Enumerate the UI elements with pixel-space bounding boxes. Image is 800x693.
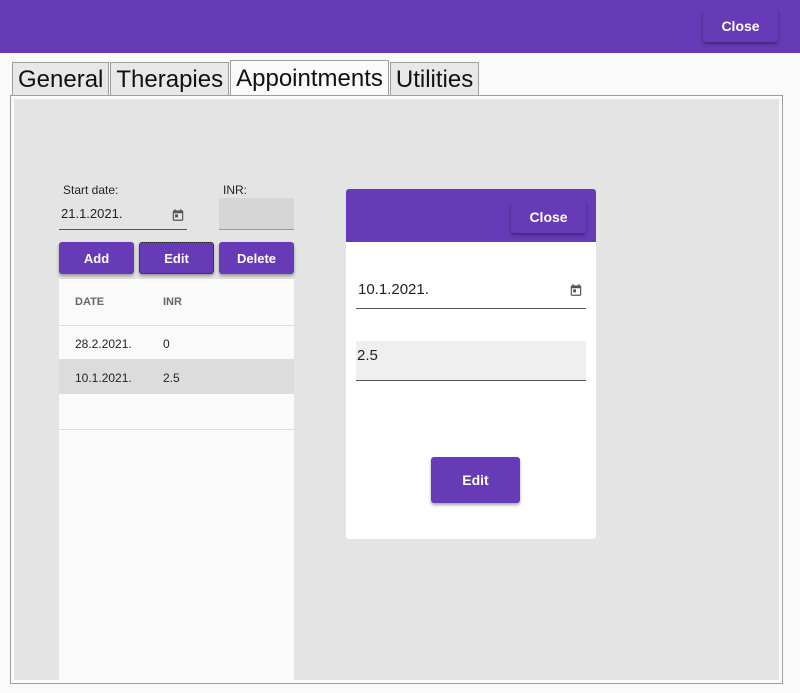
appointments-table: DATE INR 28.2.2021. 0 10.1.2021. 2.5	[59, 279, 294, 680]
dialog-date-value: 10.1.2021.	[358, 281, 429, 298]
start-date-value: 21.1.2021.	[61, 206, 123, 221]
edit-button[interactable]: Edit	[139, 242, 214, 274]
tab-general[interactable]: General	[12, 62, 110, 96]
calendar-icon[interactable]	[569, 283, 583, 297]
close-button[interactable]: Close	[703, 10, 778, 42]
row-inr: 0	[163, 337, 170, 351]
column-header-date[interactable]: DATE	[75, 296, 104, 308]
dialog-inr-value: 2.5	[357, 347, 378, 364]
start-date-field[interactable]: 21.1.2021.	[59, 198, 187, 230]
table-header: DATE INR	[59, 279, 294, 326]
dialog-inr-field[interactable]: 2.5	[356, 341, 586, 381]
dialog-date-field[interactable]: 10.1.2021.	[356, 274, 586, 309]
column-header-inr[interactable]: INR	[163, 296, 182, 308]
tab-appointments[interactable]: Appointments	[230, 60, 389, 97]
row-date: 10.1.2021.	[75, 371, 132, 385]
inr-label: INR:	[223, 183, 247, 197]
calendar-icon[interactable]	[171, 208, 185, 222]
tab-utilities[interactable]: Utilities	[389, 62, 480, 96]
table-row[interactable]: 28.2.2021. 0	[59, 326, 294, 360]
dialog-edit-button[interactable]: Edit	[431, 457, 520, 503]
start-date-label: Start date:	[63, 183, 119, 197]
inr-input[interactable]	[219, 198, 294, 230]
tab-therapies[interactable]: Therapies	[110, 62, 230, 96]
row-date: 28.2.2021.	[75, 337, 132, 351]
table-row-empty	[59, 396, 294, 430]
add-button[interactable]: Add	[59, 242, 134, 274]
tab-bar: General Therapies Appointments Utilities	[12, 60, 480, 97]
top-bar: Close	[0, 0, 800, 53]
delete-button[interactable]: Delete	[219, 242, 294, 274]
edit-dialog: Close 10.1.2021. 2.5 Edit	[346, 189, 596, 539]
dialog-header: Close	[346, 189, 596, 242]
dialog-close-button[interactable]: Close	[511, 201, 586, 233]
row-inr: 2.5	[163, 371, 180, 385]
table-row-selected[interactable]: 10.1.2021. 2.5	[59, 360, 294, 394]
